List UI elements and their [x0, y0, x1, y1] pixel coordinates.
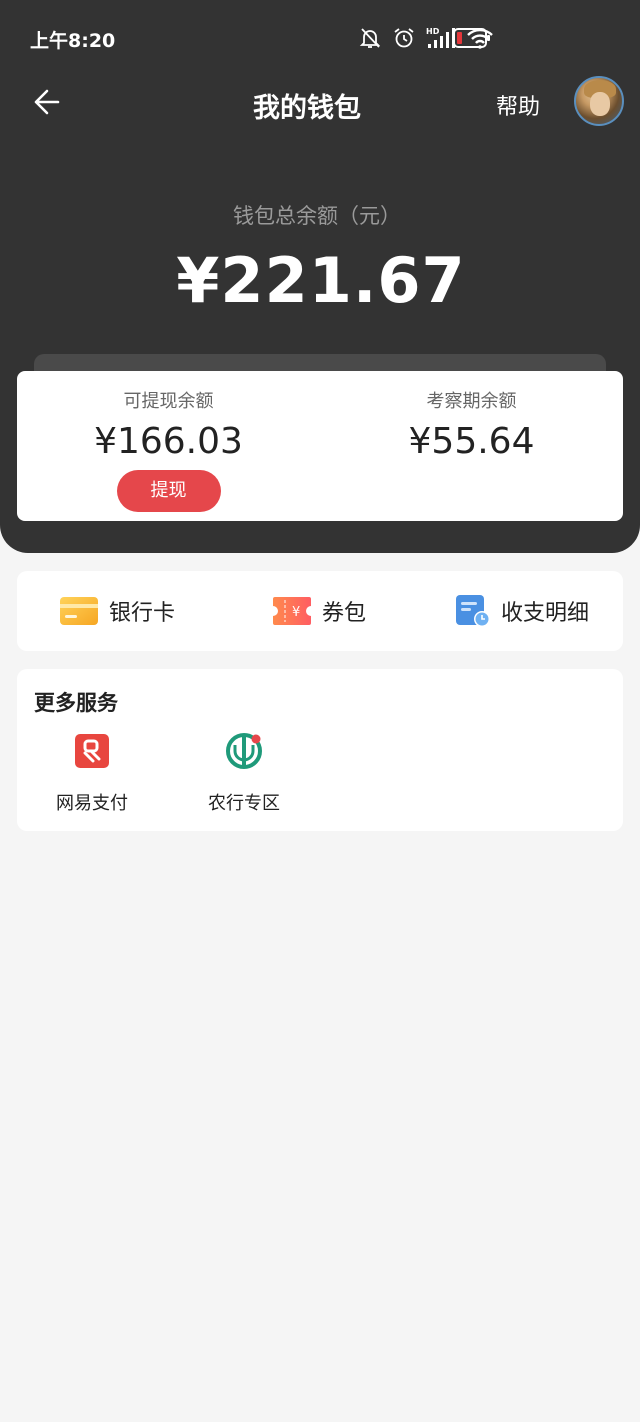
coupon-button[interactable]: ¥ 券包 — [272, 571, 366, 651]
bank-card-label: 银行卡 — [109, 601, 176, 626]
service-netease-pay[interactable]: 网易支付 — [37, 731, 147, 815]
bank-card-button[interactable]: 银行卡 — [59, 571, 175, 651]
alarm-icon — [394, 28, 414, 48]
withdrawable-amount: ¥166.03 — [94, 421, 243, 462]
withdraw-button[interactable]: 提现 — [116, 470, 221, 512]
battery-icon — [453, 28, 490, 48]
avatar-face — [590, 92, 610, 116]
bank-card-icon — [60, 597, 98, 625]
service-netease-pay-label: 网易支付 — [56, 793, 128, 814]
statement-icon — [456, 595, 490, 627]
more-services: 更多服务 网易支付 农行专区 — [17, 669, 623, 831]
service-abc-bank-label: 农行专区 — [208, 793, 280, 814]
statement-button[interactable]: 收支明细 — [455, 571, 589, 651]
abc-bank-icon — [226, 733, 262, 769]
statement-label: 收支明细 — [501, 601, 590, 626]
svg-text:¥: ¥ — [292, 605, 300, 620]
avatar[interactable] — [574, 76, 624, 126]
signal-icon: HD — [426, 27, 455, 48]
coupon-icon: ¥ — [273, 597, 311, 625]
status-time: 上午8:20 — [30, 30, 116, 52]
total-balance-amount: ¥221.67 — [176, 244, 466, 317]
coupon-label: 券包 — [322, 601, 367, 626]
netease-pay-icon — [75, 734, 109, 768]
mute-bell-icon — [359, 28, 381, 48]
svg-text:HD: HD — [426, 27, 440, 36]
wallet-header: 上午8:20 HD 我的钱包 帮助 钱包总余额（元） ¥221.67 可提现余额… — [0, 0, 640, 553]
service-abc-bank[interactable]: 农行专区 — [189, 731, 299, 815]
help-link[interactable]: 帮助 — [496, 89, 540, 121]
review-period-label: 考察期余额 — [426, 391, 517, 412]
balance-card: 可提现余额 ¥166.03 提现 考察期余额 ¥55.64 — [17, 371, 623, 521]
quick-actions: 银行卡 ¥ 券包 收支明细 — [17, 571, 623, 651]
services-title: 更多服务 — [34, 691, 118, 715]
withdrawable-column: 可提现余额 ¥166.03 提现 — [17, 371, 320, 521]
withdrawable-label: 可提现余额 — [123, 391, 214, 412]
total-balance-label: 钱包总余额（元） — [233, 204, 401, 228]
review-period-amount: ¥55.64 — [408, 421, 535, 462]
review-period-column: 考察期余额 ¥55.64 — [320, 371, 623, 521]
